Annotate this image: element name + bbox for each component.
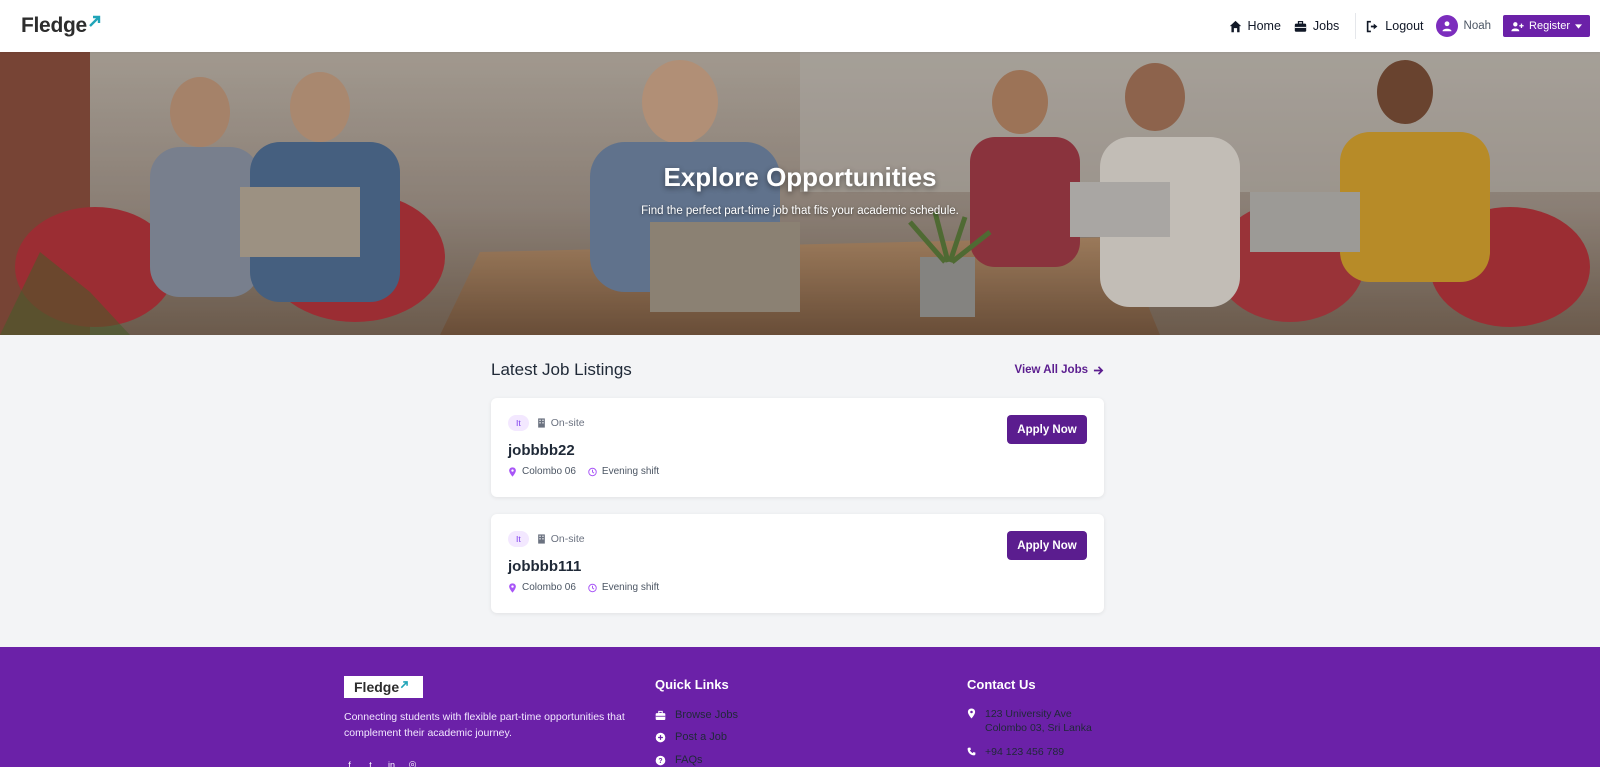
footer-link-post-job[interactable]: Post a Job — [655, 731, 727, 743]
user-name: Noah — [1463, 20, 1492, 32]
work-mode-label: On-site — [550, 417, 585, 429]
caret-down-icon — [1575, 23, 1582, 29]
contact-address: 123 University Ave Colombo 03, Sri Lanka — [967, 707, 1092, 735]
register-label: Register — [1529, 20, 1570, 32]
nav-home-label: Home — [1247, 19, 1281, 33]
job-meta: Colombo 06 Evening shift — [508, 466, 659, 477]
footer-description: Connecting students with flexible part-t… — [344, 711, 625, 739]
job-shift: Evening shift — [588, 582, 659, 593]
user-plus-icon — [1511, 21, 1524, 31]
brand-name: Fledge — [21, 14, 87, 37]
arrow-right-icon — [1093, 365, 1104, 375]
social-links: f t in ◎ — [344, 759, 418, 767]
hero-title: Explore Opportunities — [663, 162, 937, 192]
hero-banner: Explore Opportunities Find the perfect p… — [0, 52, 1600, 335]
contact-title: Contact Us — [967, 677, 1036, 692]
building-icon — [537, 418, 545, 428]
footer-link-label: FAQs — [675, 754, 703, 766]
job-shift: Evening shift — [588, 466, 659, 477]
building-icon — [537, 534, 545, 544]
instagram-icon[interactable]: ◎ — [407, 759, 418, 767]
hero-content: Explore Opportunities Find the perfect p… — [0, 162, 1600, 217]
site-footer: Fledge Connecting students with flexible… — [0, 647, 1600, 767]
brand-arrow-icon — [89, 15, 101, 27]
nav-logout-label: Logout — [1385, 19, 1424, 33]
work-mode: On-site — [537, 533, 585, 545]
briefcase-icon — [655, 710, 666, 720]
footer-link-label: Post a Job — [675, 731, 727, 743]
job-title[interactable]: jobbbb22 — [508, 442, 575, 459]
register-dropdown-button[interactable]: Register — [1503, 15, 1590, 37]
phone-number: +94 123 456 789 — [985, 746, 1065, 758]
work-mode: On-site — [537, 417, 585, 429]
job-location: Colombo 06 — [508, 466, 576, 477]
plus-circle-icon — [655, 732, 666, 742]
address-line-1: 123 University Ave — [985, 708, 1072, 720]
footer-link-label: Browse Jobs — [675, 709, 738, 721]
footer-logo-text: Fledge — [354, 679, 400, 695]
view-all-label: View All Jobs — [1014, 364, 1089, 376]
svg-text:?: ? — [658, 757, 662, 764]
apply-now-button[interactable]: Apply Now — [1007, 415, 1087, 444]
listings-header: Latest Job Listings View All Jobs — [491, 358, 1104, 382]
job-tags: It On-site — [508, 415, 585, 431]
nav-home-link[interactable]: Home — [1229, 19, 1281, 33]
work-mode-label: On-site — [550, 533, 585, 545]
user-icon — [1442, 21, 1452, 32]
top-navbar: Fledge Home Jobs Logout Noah Register — [0, 0, 1600, 52]
quick-links-title: Quick Links — [655, 677, 729, 692]
apply-now-button[interactable]: Apply Now — [1007, 531, 1087, 560]
facebook-icon[interactable]: f — [344, 759, 355, 767]
nav-jobs-link[interactable]: Jobs — [1294, 19, 1339, 33]
user-avatar[interactable] — [1435, 15, 1458, 37]
question-circle-icon: ? — [655, 755, 666, 765]
address-text: 123 University Ave Colombo 03, Sri Lanka — [985, 707, 1092, 735]
job-tags: It On-site — [508, 531, 585, 547]
job-shift-label: Evening shift — [601, 582, 660, 593]
job-title[interactable]: jobbbb111 — [508, 558, 581, 575]
map-pin-icon — [967, 708, 976, 719]
clock-icon — [588, 467, 597, 476]
job-card[interactable]: It On-site jobbbb22 Colombo 06 Evening s… — [491, 398, 1104, 497]
map-pin-icon — [509, 466, 516, 477]
home-icon — [1229, 20, 1241, 32]
footer-link-browse-jobs[interactable]: Browse Jobs — [655, 709, 738, 721]
category-badge: It — [508, 531, 529, 547]
nav-logout-link[interactable]: Logout — [1366, 19, 1424, 33]
briefcase-icon — [1294, 20, 1307, 32]
contact-phone[interactable]: +94 123 456 789 — [967, 745, 1064, 759]
footer-logo[interactable]: Fledge — [344, 676, 423, 698]
job-listings-section: Latest Job Listings View All Jobs It On-… — [491, 358, 1104, 613]
twitter-icon[interactable]: t — [365, 759, 376, 767]
nav-links: Home Jobs Logout Noah Register — [1216, 0, 1590, 52]
job-shift-label: Evening shift — [601, 466, 660, 477]
brand-logo[interactable]: Fledge — [21, 14, 102, 38]
footer-link-faqs[interactable]: ? FAQs — [655, 754, 703, 766]
listings-title: Latest Job Listings — [491, 360, 632, 379]
category-badge: It — [508, 415, 529, 431]
view-all-jobs-link[interactable]: View All Jobs — [1015, 364, 1105, 376]
phone-icon — [967, 747, 976, 756]
logout-icon — [1367, 20, 1378, 32]
job-meta: Colombo 06 Evening shift — [508, 582, 659, 593]
address-line-2: Colombo 03, Sri Lanka — [985, 722, 1092, 734]
job-card[interactable]: It On-site jobbbb111 Colombo 06 Evening … — [491, 514, 1104, 613]
brand-arrow-icon — [400, 680, 408, 688]
job-location: Colombo 06 — [508, 582, 576, 593]
job-location-label: Colombo 06 — [522, 582, 576, 593]
job-location-label: Colombo 06 — [522, 466, 576, 477]
hero-subtitle: Find the perfect part-time job that fits… — [641, 205, 959, 217]
nav-divider — [1355, 13, 1357, 39]
linkedin-icon[interactable]: in — [386, 759, 397, 767]
map-pin-icon — [509, 582, 516, 593]
nav-jobs-label: Jobs — [1312, 19, 1340, 33]
clock-icon — [588, 583, 597, 592]
